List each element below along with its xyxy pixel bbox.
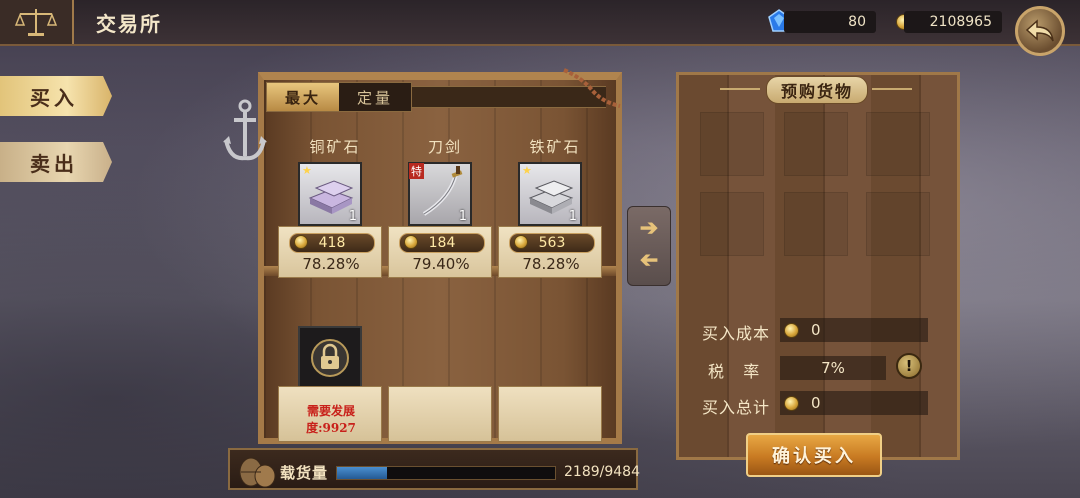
item-saber[interactable]: 特 1 — [408, 162, 472, 226]
item-price: 563 — [538, 235, 566, 251]
anchor-icon — [223, 99, 267, 161]
back-arrow-icon — [1025, 19, 1054, 42]
gold-coin-icon — [784, 322, 799, 338]
item-copper-ore[interactable]: ★ 1 — [298, 162, 362, 226]
page-title: 交易所 — [96, 12, 162, 36]
item-price: 418 — [318, 235, 346, 251]
item-name-saber: 刀剑 — [427, 138, 462, 156]
barrel-icon — [239, 457, 276, 488]
item-qty: 1 — [458, 209, 467, 224]
purchase-slot[interactable] — [700, 192, 764, 256]
purchase-slot[interactable] — [784, 112, 848, 176]
item-percent: 78.28% — [522, 255, 580, 273]
item-name-copper: 铜矿石 — [309, 138, 361, 156]
price-card-copper: 418 78.28% — [278, 226, 382, 278]
tab-sell[interactable]: 卖出 — [0, 142, 112, 182]
item-percent: 78.28% — [302, 255, 360, 273]
tab-sell-label: 卖出 — [30, 151, 78, 176]
confirm-buy-button[interactable]: 确认买入 — [746, 433, 882, 477]
cargo-amount: 2189/9484 — [564, 464, 640, 480]
swap-button[interactable]: ➔ ➔ — [627, 206, 671, 286]
price-pill: 418 — [289, 233, 375, 253]
star-icon: ★ — [302, 164, 312, 177]
requirement-line-2: 度:9927 — [306, 421, 356, 435]
requirement-line-1: 需要发展 — [306, 404, 355, 418]
item-price: 184 — [428, 235, 456, 251]
gold-coin-icon — [404, 235, 418, 249]
cost-value: 0 — [811, 321, 821, 339]
tax-field: 7% — [780, 356, 886, 380]
cargo-progress-fill — [337, 467, 388, 479]
gold-coin-icon — [294, 235, 308, 249]
purchase-slot[interactable] — [700, 112, 764, 176]
item-qty: 1 — [568, 209, 577, 224]
tab-buy[interactable]: 买入 — [0, 76, 112, 116]
item-iron-ore[interactable]: ★ 1 — [518, 162, 582, 226]
total-value: 0 — [811, 394, 821, 412]
locked-slot-card: 需要发展 度:9927 — [278, 386, 382, 442]
cost-field: 0 — [780, 318, 928, 342]
quantity-mode-tabs: 最大 定量 — [266, 82, 412, 112]
gold-count: 2108965 — [904, 11, 1002, 33]
tax-info-button[interactable]: ! — [896, 353, 922, 379]
price-card-saber: 184 79.40% — [388, 226, 492, 278]
total-label: 买入总计 — [702, 398, 771, 417]
scales-icon — [0, 0, 74, 44]
tab-max[interactable]: 最大 — [267, 83, 339, 111]
price-pill: 563 — [509, 233, 595, 253]
locked-slot[interactable] — [298, 326, 362, 390]
exclamation-icon: ! — [905, 357, 913, 375]
cargo-label: 载货量 — [280, 464, 329, 482]
arrow-left-icon: ➔ — [639, 247, 659, 273]
item-name-iron: 铁矿石 — [529, 138, 581, 156]
lock-icon — [311, 339, 349, 377]
total-field: 0 — [780, 391, 928, 415]
tab-quantity[interactable]: 定量 — [339, 83, 411, 111]
item-percent: 79.40% — [412, 255, 470, 273]
price-card-iron: 563 78.28% — [498, 226, 602, 278]
tab-buy-label: 买入 — [30, 85, 78, 110]
arrow-right-icon: ➔ — [639, 215, 659, 241]
tax-label: 税 率 — [708, 362, 761, 381]
item-qty: 1 — [348, 209, 357, 224]
purchase-slot[interactable] — [866, 192, 930, 256]
rope-decoration — [563, 68, 621, 108]
gem-count: 80 — [784, 11, 876, 33]
back-button[interactable] — [1015, 6, 1065, 56]
gold-coin-icon — [514, 235, 528, 249]
cargo-progress-track — [336, 466, 556, 480]
gold-coin-icon — [784, 395, 799, 411]
purchase-panel-title: 预购货物 — [766, 76, 868, 104]
purchase-slot[interactable] — [866, 112, 930, 176]
top-bar: 交易所 80 2108965 — [0, 0, 1080, 56]
cost-label: 买入成本 — [702, 324, 771, 343]
special-badge: 特 — [409, 163, 424, 179]
price-pill: 184 — [399, 233, 485, 253]
empty-slot-card — [388, 386, 492, 442]
empty-slot-card — [498, 386, 602, 442]
tax-value: 7% — [821, 359, 845, 377]
star-icon: ★ — [522, 164, 532, 177]
purchase-slot[interactable] — [784, 192, 848, 256]
